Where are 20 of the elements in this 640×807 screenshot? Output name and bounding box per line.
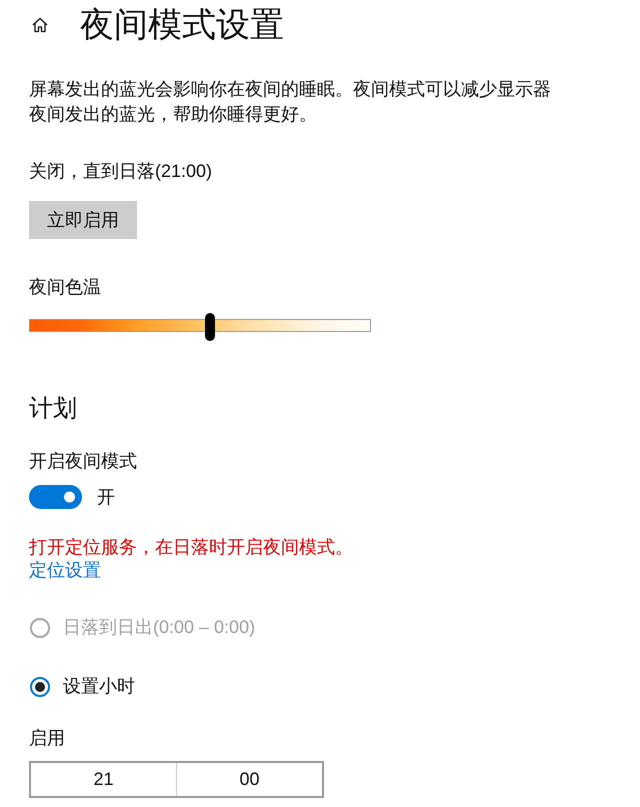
start-time-label: 启用 bbox=[29, 727, 66, 750]
toggle-state-text: 开 bbox=[97, 486, 115, 509]
radio-label: 设置小时 bbox=[63, 675, 135, 698]
toggle-label: 开启夜间模式 bbox=[29, 450, 138, 473]
hour-field[interactable]: 21 bbox=[31, 763, 176, 796]
enable-now-button[interactable]: 立即启用 bbox=[29, 201, 137, 239]
location-settings-link[interactable]: 定位设置 bbox=[29, 559, 101, 582]
radio-label: 日落到日出(0:00 – 0:00) bbox=[63, 616, 256, 639]
slider-thumb[interactable] bbox=[205, 313, 216, 341]
night-mode-toggle[interactable] bbox=[29, 485, 82, 509]
page-title: 夜间模式设置 bbox=[80, 5, 284, 46]
warning-text: 打开定位服务，在日落时开启夜间模式。 bbox=[29, 536, 354, 559]
radio-button[interactable] bbox=[30, 676, 50, 696]
color-temperature-slider[interactable] bbox=[29, 313, 371, 341]
description-text: 屏幕发出的蓝光会影响你在夜间的睡眠。夜间模式可以减少显示器夜间发出的蓝光，帮助你睡得更好。 bbox=[29, 78, 552, 126]
color-temperature-label: 夜间色温 bbox=[29, 276, 102, 299]
schedule-heading: 计划 bbox=[29, 394, 78, 424]
home-icon[interactable] bbox=[32, 17, 48, 33]
status-text: 关闭，直到日落(21:00) bbox=[29, 160, 214, 183]
minute-field[interactable]: 00 bbox=[176, 763, 322, 796]
